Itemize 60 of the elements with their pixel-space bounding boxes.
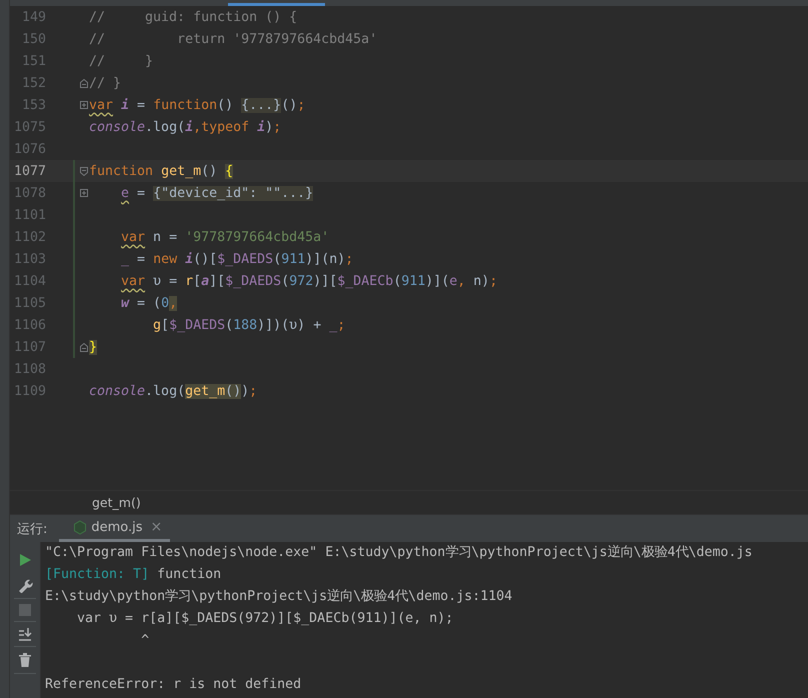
change-marker[interactable] (73, 314, 75, 336)
line-number: 1108 (14, 362, 46, 376)
node-hexagon-icon (73, 520, 88, 534)
console-line: E:\study\python学习\pythonProject\js逆向\极验4代\demo.js:1104 (45, 588, 514, 606)
change-marker[interactable] (73, 248, 75, 270)
code-line: var i = function() {...}(); (89, 98, 306, 112)
line-number: 1106 (14, 318, 46, 332)
code-line: // guid: function () { (89, 10, 298, 24)
code-line: _ = new i()[$_DAEDS(911)](n); (121, 252, 354, 266)
change-marker[interactable] (73, 292, 75, 314)
scroll-to-end-icon[interactable] (18, 627, 32, 641)
collapse-fold-icon[interactable] (78, 165, 88, 177)
wrench-icon[interactable] (17, 577, 33, 593)
line-number: 149 (22, 10, 46, 24)
change-marker[interactable] (73, 226, 75, 248)
line-number: 1077 (14, 164, 46, 178)
change-marker[interactable] (73, 182, 75, 204)
code-line: console.log(get_m()); (89, 384, 258, 398)
console-line: ReferenceError: r is not defined (45, 676, 302, 694)
code-line: var n = '9778797664cbd45a' (121, 230, 330, 244)
line-number: 1103 (14, 252, 46, 266)
code-line: // } (89, 54, 154, 68)
line-number: 1107 (14, 340, 46, 354)
code-line: function get_m() { (89, 164, 234, 178)
line-number: 1105 (14, 296, 46, 310)
line-number: 1078 (14, 186, 46, 200)
change-marker[interactable] (73, 336, 75, 358)
code-line: // return '9778797664cbd45a' (89, 32, 378, 46)
run-icon[interactable] (18, 553, 32, 567)
code-line: e = {"device_id": ""...} (121, 186, 314, 200)
expand-fold-icon[interactable] (78, 99, 88, 111)
stop-icon[interactable] (19, 604, 31, 616)
fold-end-icon[interactable] (78, 77, 88, 89)
line-number: 151 (22, 54, 46, 68)
line-number: 1075 (14, 120, 46, 134)
line-number: 1101 (14, 208, 46, 222)
breadcrumb[interactable]: get_m() (92, 495, 141, 510)
console-line: ^ (140, 632, 150, 650)
line-number: 1102 (14, 230, 46, 244)
code-line: var υ = r[a][$_DAEDS(972)][$_DAECb(911)](e, n); (121, 274, 498, 288)
expand-fold-icon[interactable] (78, 187, 88, 199)
line-number: 1076 (14, 142, 46, 156)
code-line: console.log(i,typeof i); (89, 120, 282, 134)
console-line: [Function: T] function (45, 566, 222, 584)
change-marker[interactable] (73, 270, 75, 292)
code-line: w = (0, (121, 296, 178, 310)
code-line: // } (89, 76, 122, 90)
console-line: "C:\Program Files\nodejs\node.exe" E:\study\python学习\pythonProject\js逆向\极验4代\demo.js (45, 544, 752, 562)
trash-icon[interactable] (18, 652, 32, 668)
line-number: 150 (22, 32, 46, 46)
line-number: 152 (22, 76, 46, 90)
line-number: 153 (22, 98, 46, 112)
code-line: g[$_DAEDS(188)])(υ) + _; (153, 318, 346, 332)
run-panel-label: 运行: (17, 520, 48, 538)
fold-end-icon[interactable] (78, 341, 88, 353)
line-number: 1104 (14, 274, 46, 288)
line-number: 1109 (14, 384, 46, 398)
change-marker[interactable] (73, 204, 75, 226)
console-line: var υ = r[a][$_DAEDS(972)][$_DAECb(911)](e, n); (76, 610, 454, 628)
run-tab-label: demo.js (91, 520, 143, 534)
